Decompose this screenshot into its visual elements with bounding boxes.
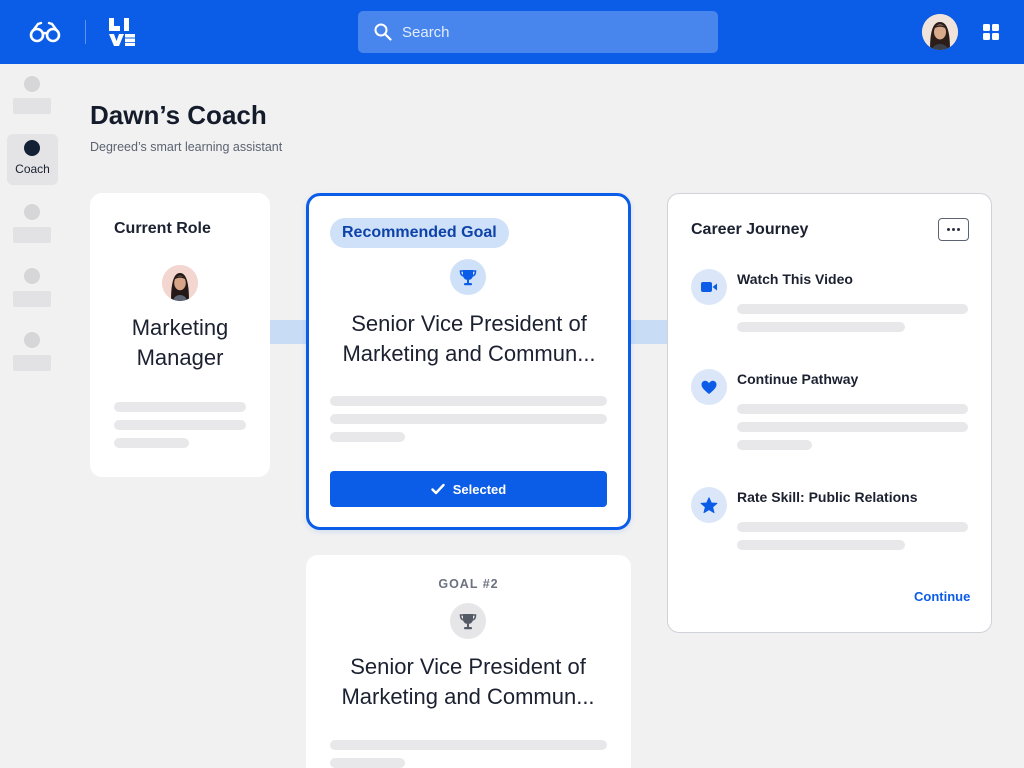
current-role-card: Current Role Marketing Manager: [90, 193, 270, 477]
more-dot-icon: [952, 228, 955, 231]
video-camera-icon: [701, 282, 717, 292]
trophy-icon-wrap: [450, 259, 486, 295]
rail-item-coach-label: Coach: [15, 162, 50, 176]
career-journey-heading: Career Journey: [691, 221, 809, 238]
star-icon: [700, 496, 718, 513]
goal-2-card[interactable]: GOAL #2 Senior Vice President of Marketi…: [306, 555, 631, 768]
search-input[interactable]: [402, 11, 702, 53]
user-portrait-icon: [922, 14, 958, 50]
skeleton-line: [114, 420, 246, 430]
more-options-button[interactable]: [938, 218, 969, 241]
skeleton-line: [114, 402, 246, 412]
goal-2-title: Senior Vice President of Marketing and C…: [318, 652, 618, 712]
more-dot-icon: [947, 228, 950, 231]
rail-item-1-label-placeholder[interactable]: [13, 98, 51, 114]
selected-button[interactable]: Selected: [330, 471, 607, 507]
goal-to-journey-connector: [631, 320, 668, 344]
recommended-goal-card[interactable]: Recommended Goal Senior Vice President o…: [306, 193, 631, 530]
trophy-icon-wrap: [450, 603, 486, 639]
checkmark-icon: [431, 483, 445, 495]
goal-2-label: GOAL #2: [438, 577, 499, 591]
skeleton-line: [330, 740, 607, 750]
skeleton-line: [330, 758, 405, 768]
skeleton-line: [737, 540, 905, 550]
heart-icon-wrap: [691, 369, 727, 405]
current-role-name-line2: Manager: [136, 345, 224, 370]
header-divider: [85, 20, 86, 44]
skeleton-line: [114, 438, 189, 448]
skeleton-line: [737, 322, 905, 332]
continue-link[interactable]: Continue: [914, 589, 970, 604]
goal-2-title-line2: Marketing and Commun...: [341, 684, 595, 709]
top-navigation-bar: [0, 0, 1024, 64]
skeleton-line: [737, 422, 968, 432]
skeleton-line: [330, 414, 607, 424]
rail-item-3-label-placeholder[interactable]: [13, 227, 51, 243]
recommended-goal-title-line1: Senior Vice President of: [351, 311, 587, 336]
page-subtitle: Degreed’s smart learning assistant: [90, 140, 283, 154]
current-role-name: Marketing Manager: [100, 313, 260, 373]
trophy-icon: [459, 614, 477, 630]
recommended-goal-title-line2: Marketing and Commun...: [342, 341, 596, 366]
skeleton-line: [737, 440, 812, 450]
rail-item-1-icon[interactable]: [24, 76, 40, 92]
step-watch-video-title[interactable]: Watch This Video: [737, 271, 853, 287]
skeleton-line: [330, 396, 607, 406]
rail-item-5-icon[interactable]: [24, 332, 40, 348]
page-title: Dawn’s Coach: [90, 100, 267, 130]
user-avatar[interactable]: [922, 14, 958, 50]
current-role-heading: Current Role: [114, 220, 211, 237]
recommended-goal-badge: Recommended Goal: [330, 218, 509, 248]
coach-icon: [24, 140, 40, 156]
role-portrait-icon: [162, 265, 198, 301]
search-icon: [374, 23, 392, 41]
more-dot-icon: [957, 228, 960, 231]
role-to-goal-connector: [270, 320, 307, 344]
rail-item-4-icon[interactable]: [24, 268, 40, 284]
rail-item-coach[interactable]: Coach: [7, 134, 58, 185]
career-journey-card: Career Journey Watch This Video Continue…: [667, 193, 992, 633]
skeleton-line: [737, 404, 968, 414]
selected-button-label: Selected: [452, 481, 507, 497]
video-camera-icon-wrap: [691, 269, 727, 305]
search-bar[interactable]: [358, 11, 718, 53]
goal-2-title-line1: Senior Vice President of: [350, 654, 586, 679]
skeleton-line: [737, 304, 968, 314]
heart-icon: [701, 380, 717, 394]
skeleton-line: [737, 522, 968, 532]
degreed-glasses-logo-icon[interactable]: [28, 20, 62, 44]
rail-item-4-label-placeholder[interactable]: [13, 291, 51, 307]
step-rate-skill-title[interactable]: Rate Skill: Public Relations: [737, 489, 918, 505]
live-logo-icon[interactable]: [108, 17, 136, 47]
step-continue-pathway-title[interactable]: Continue Pathway: [737, 371, 858, 387]
recommended-goal-title: Senior Vice President of Marketing and C…: [319, 309, 619, 369]
current-role-name-line1: Marketing: [131, 315, 229, 340]
apps-grid-icon[interactable]: [983, 24, 999, 40]
trophy-icon: [459, 270, 477, 286]
skeleton-line: [330, 432, 405, 442]
star-icon-wrap: [691, 487, 727, 523]
rail-item-3-icon[interactable]: [24, 204, 40, 220]
role-avatar: [162, 265, 198, 301]
rail-item-5-label-placeholder[interactable]: [13, 355, 51, 371]
